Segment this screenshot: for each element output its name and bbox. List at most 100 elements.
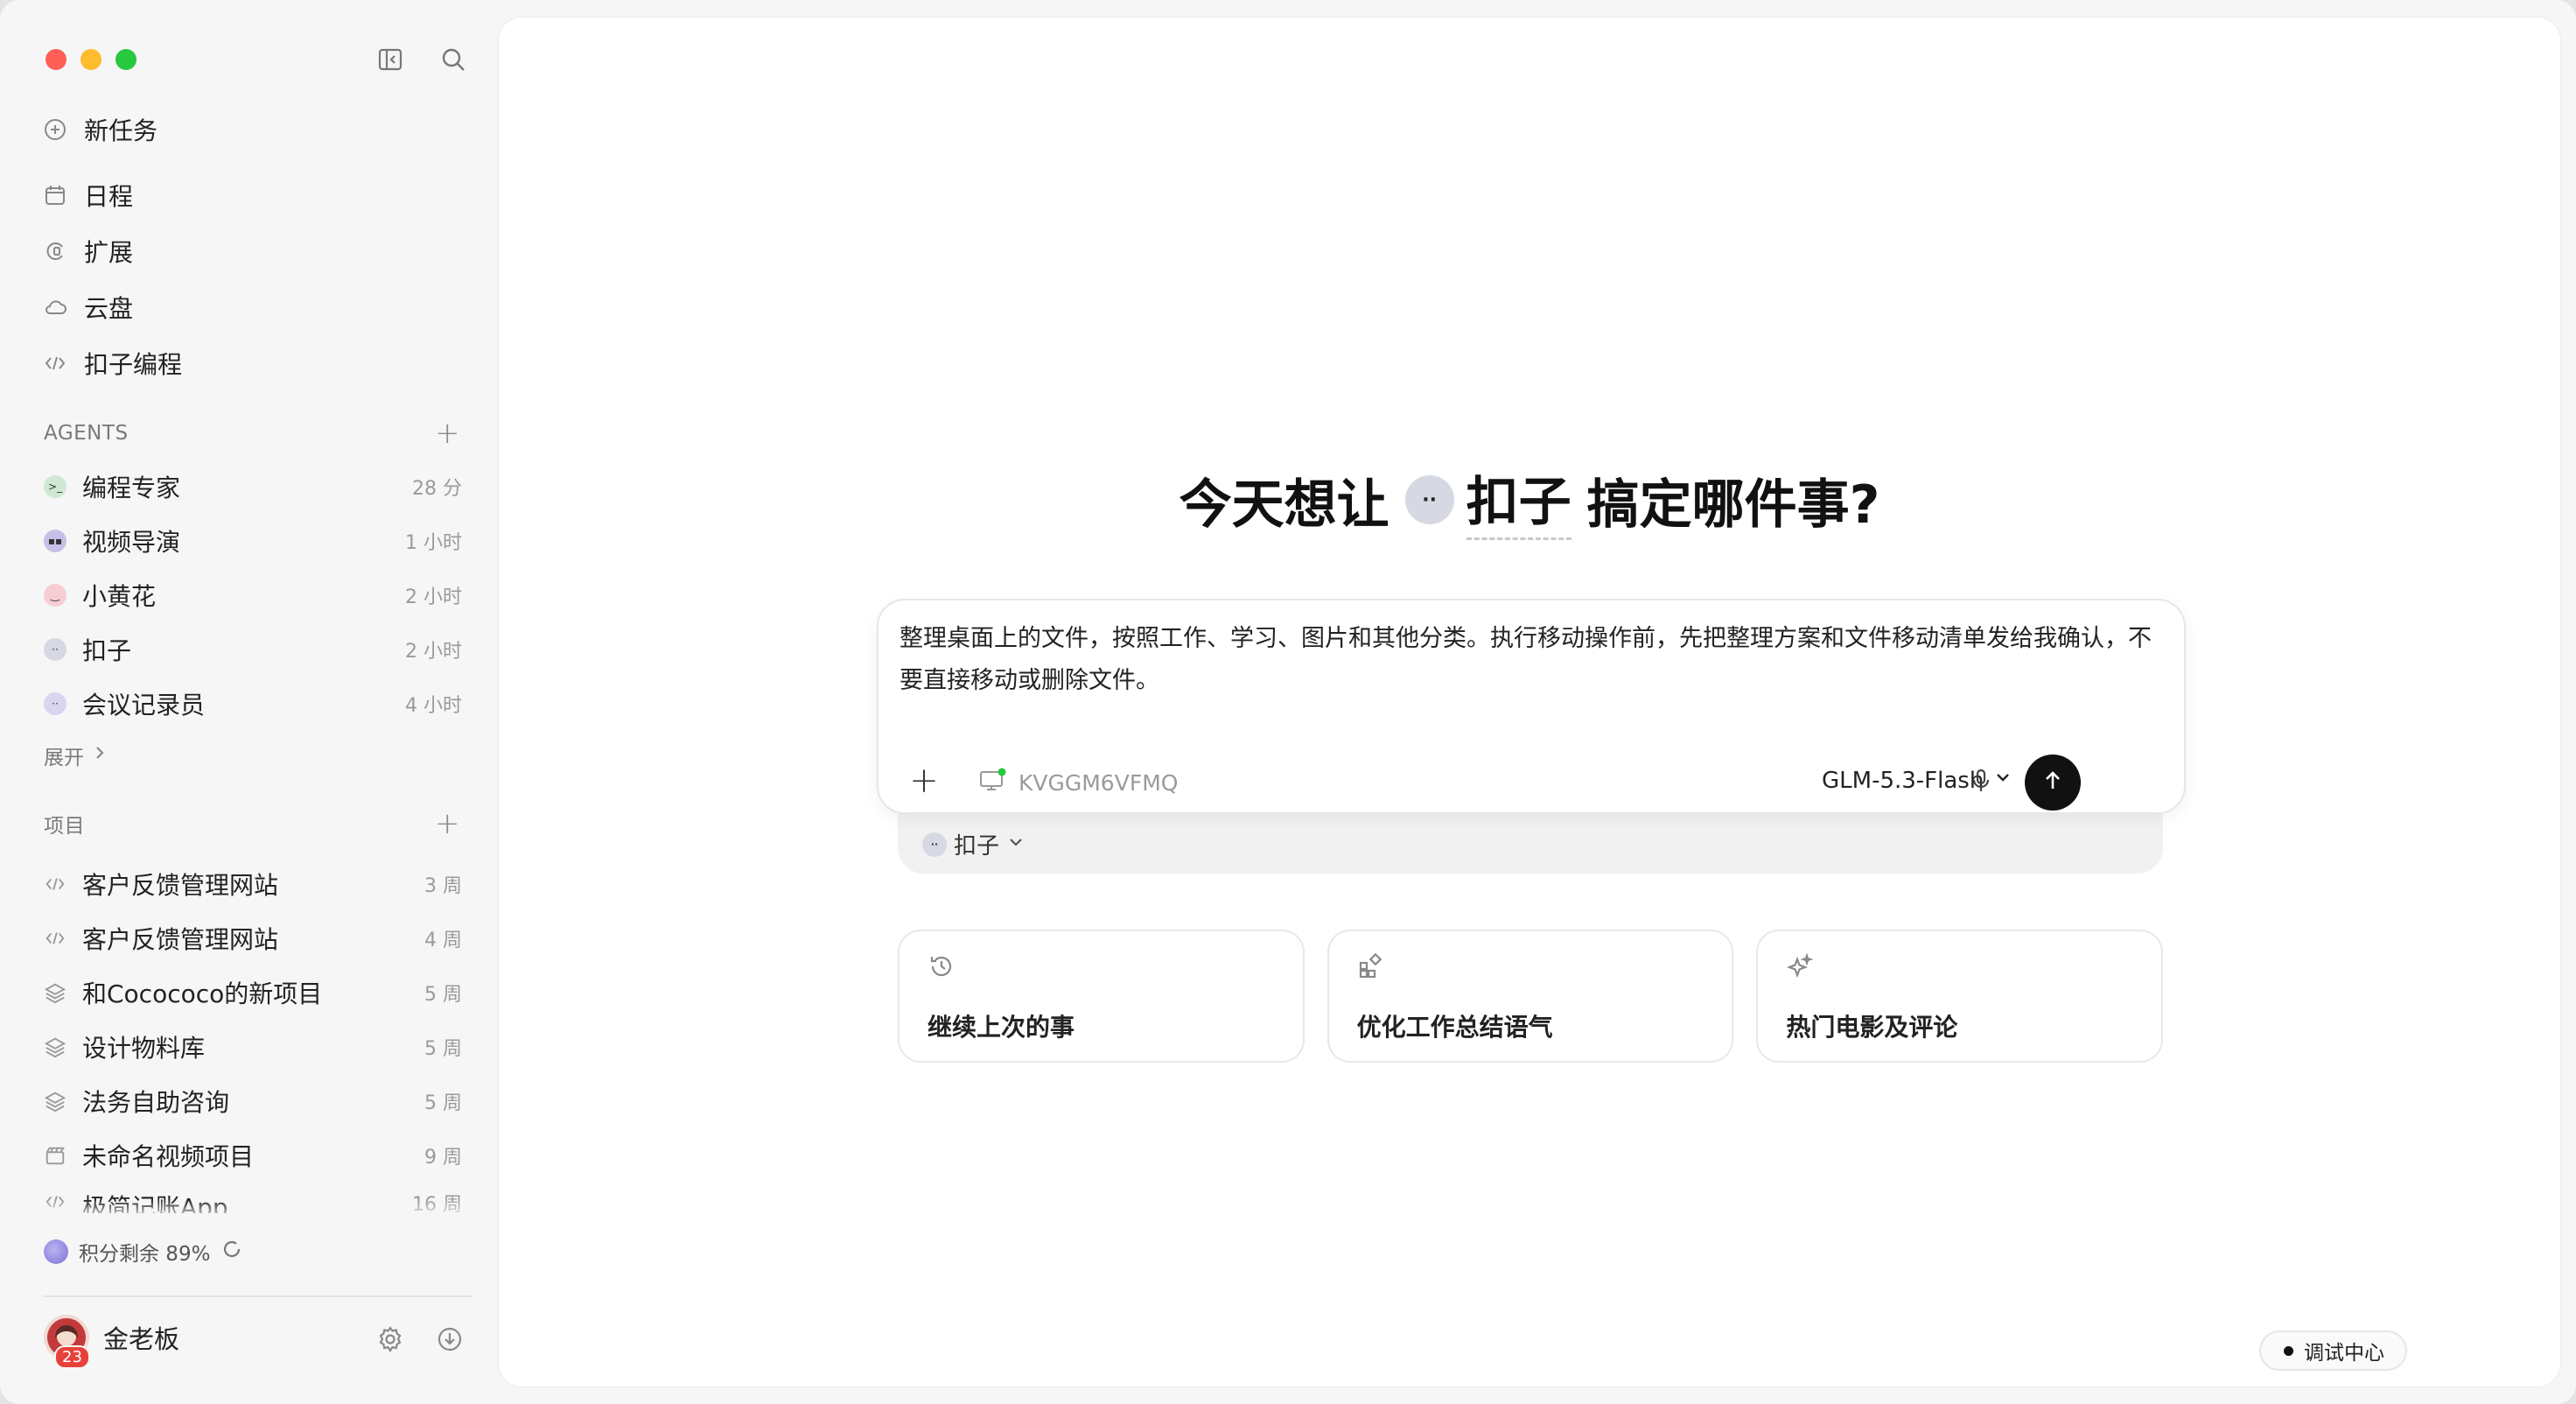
project-time: 3 周 bbox=[424, 875, 462, 897]
agent-name: 视频导演 bbox=[82, 528, 181, 557]
agent-avatar-icon: ·· bbox=[44, 692, 66, 715]
monitor-icon bbox=[978, 767, 1008, 798]
project-name: 设计物料库 bbox=[82, 1034, 206, 1063]
suggestion-label: 优化工作总结语气 bbox=[1356, 1013, 1553, 1042]
suggestion-card[interactable]: 热门电影及评论 bbox=[1756, 930, 2164, 1063]
search-icon[interactable] bbox=[434, 40, 472, 79]
add-project-button[interactable]: + bbox=[435, 809, 460, 839]
agent-time: 28 分 bbox=[412, 478, 462, 500]
main-panel: 今天想让 ·· 扣子 搞定哪件事? ·· 扣子 整理桌面上的文件，按照工作、学习… bbox=[499, 18, 2560, 1386]
headline-suffix: 搞定哪件事? bbox=[1586, 474, 1880, 536]
list-fade bbox=[0, 1199, 499, 1220]
credits-label: 积分剩余 89% bbox=[79, 1243, 211, 1266]
project-name: 客户反馈管理网站 bbox=[82, 925, 279, 954]
download-icon[interactable] bbox=[432, 1322, 467, 1357]
model-name: GLM-5.3-Flash bbox=[1822, 767, 1984, 794]
sidebar-divider bbox=[44, 1295, 472, 1297]
code-icon bbox=[42, 871, 68, 897]
agent-item[interactable]: ·· 扣子 2 小时 bbox=[42, 627, 462, 672]
agent-time: 1 小时 bbox=[405, 532, 462, 554]
agent-item[interactable]: ‿ 小黄花 2 小时 bbox=[42, 572, 462, 618]
agent-face-icon: ·· bbox=[922, 832, 947, 857]
clapper-icon bbox=[42, 1142, 68, 1169]
chevron-right-icon bbox=[93, 744, 107, 767]
project-item[interactable]: 未命名视频项目 9 周 bbox=[42, 1133, 462, 1178]
sidebar: 新任务 日程 扩展 云盘 扣子编程 AGENTS + >_ 编程专家 28 分 bbox=[0, 0, 499, 1404]
send-button[interactable] bbox=[2025, 755, 2081, 811]
project-item[interactable]: 客户反馈管理网站 3 周 bbox=[42, 861, 462, 907]
notification-badge: 23 bbox=[54, 1345, 90, 1369]
nav-label: 云盘 bbox=[84, 294, 134, 323]
agent-avatar-icon: ‿ bbox=[44, 584, 66, 607]
window-controls bbox=[46, 49, 136, 70]
avatar: 23 bbox=[44, 1315, 90, 1369]
debug-center-button[interactable]: 调试中心 bbox=[2259, 1330, 2407, 1371]
headline-agent-name: 扣子 bbox=[1466, 460, 1572, 540]
agent-item[interactable]: >_ 编程专家 28 分 bbox=[42, 464, 462, 509]
plus-circle-icon bbox=[42, 116, 68, 143]
suggestion-card[interactable]: 继续上次的事 bbox=[898, 930, 1305, 1063]
refresh-icon[interactable] bbox=[220, 1238, 243, 1266]
debug-label: 调试中心 bbox=[2304, 1342, 2384, 1365]
close-window-button[interactable] bbox=[46, 49, 66, 70]
history-icon bbox=[926, 951, 957, 982]
agent-name: 扣子 bbox=[82, 636, 132, 665]
device-selector[interactable]: KVGGM6VFMQ bbox=[978, 767, 1178, 798]
project-time: 5 周 bbox=[424, 1092, 462, 1114]
suggestion-label: 继续上次的事 bbox=[928, 1013, 1075, 1042]
agent-name: 编程专家 bbox=[82, 474, 181, 502]
code-icon bbox=[42, 350, 68, 376]
agent-item[interactable]: ·· 会议记录员 4 小时 bbox=[42, 681, 462, 727]
agent-time: 2 小时 bbox=[405, 586, 462, 608]
toggle-sidebar-icon[interactable] bbox=[371, 40, 410, 79]
add-agent-button[interactable]: + bbox=[435, 418, 460, 448]
status-dot-icon bbox=[2284, 1345, 2293, 1356]
project-time: 4 周 bbox=[424, 930, 462, 951]
project-name: 和Cocococo的新项目 bbox=[82, 979, 323, 1008]
prompt-composer: 整理桌面上的文件，按照工作、学习、图片和其他分类。执行移动操作前，先把整理方案和… bbox=[877, 599, 2186, 814]
project-item[interactable]: 法务自助咨询 5 周 bbox=[42, 1078, 462, 1124]
microphone-icon[interactable] bbox=[1962, 762, 2000, 800]
nav-coze-coding[interactable]: 扣子编程 bbox=[42, 340, 182, 386]
minimize-window-button[interactable] bbox=[80, 49, 102, 70]
calendar-icon bbox=[42, 182, 68, 208]
agent-selector-button[interactable]: ·· 扣子 bbox=[922, 828, 1026, 860]
device-id: KVGGM6VFMQ bbox=[1018, 769, 1179, 796]
nav-extensions[interactable]: 扩展 bbox=[42, 228, 133, 274]
project-name: 未命名视频项目 bbox=[82, 1142, 255, 1171]
layers-icon bbox=[42, 1034, 68, 1060]
agent-item[interactable]: ▪▪ 视频导演 1 小时 bbox=[42, 518, 462, 564]
credits-indicator[interactable]: 积分剩余 89% bbox=[44, 1234, 243, 1269]
nav-label: 新任务 bbox=[84, 116, 158, 145]
project-item[interactable]: 客户反馈管理网站 4 周 bbox=[42, 916, 462, 961]
suggestion-cards: 继续上次的事 优化工作总结语气 热门电影及评论 bbox=[898, 930, 2164, 1063]
project-item[interactable]: 和Cocococo的新项目 5 周 bbox=[42, 970, 462, 1015]
agent-time: 4 小时 bbox=[405, 695, 462, 717]
arrow-up-icon bbox=[2040, 769, 2065, 797]
project-name: 客户反馈管理网站 bbox=[82, 871, 279, 900]
expand-agents-button[interactable]: 展开 bbox=[44, 741, 107, 770]
nav-new-task[interactable]: 新任务 bbox=[42, 107, 158, 152]
credits-icon bbox=[44, 1239, 68, 1264]
project-time: 5 周 bbox=[424, 1038, 462, 1060]
maximize-window-button[interactable] bbox=[116, 49, 136, 70]
project-item[interactable]: 设计物料库 5 周 bbox=[42, 1024, 462, 1070]
add-attachment-button[interactable]: + bbox=[905, 761, 943, 801]
nav-cloud-drive[interactable]: 云盘 bbox=[42, 284, 133, 330]
project-name: 法务自助咨询 bbox=[82, 1088, 230, 1117]
settings-gear-icon[interactable] bbox=[373, 1322, 408, 1357]
prompt-input[interactable]: 整理桌面上的文件，按照工作、学习、图片和其他分类。执行移动操作前，先把整理方案和… bbox=[900, 618, 2158, 702]
suggestion-label: 热门电影及评论 bbox=[1786, 1013, 1958, 1042]
extension-icon bbox=[42, 238, 68, 264]
nav-schedule[interactable]: 日程 bbox=[42, 172, 133, 218]
suggestion-card[interactable]: 优化工作总结语气 bbox=[1326, 930, 1734, 1063]
headline-agent-selector[interactable]: ·· 扣子 bbox=[1404, 460, 1572, 540]
agent-avatar-icon: >_ bbox=[44, 475, 66, 498]
agents-section-header: AGENTS + bbox=[44, 418, 460, 448]
page-title: 今天想让 ·· 扣子 搞定哪件事? bbox=[499, 460, 2560, 540]
agent-time: 2 小时 bbox=[405, 641, 462, 663]
project-time: 5 周 bbox=[424, 984, 462, 1006]
widgets-icon bbox=[1355, 951, 1387, 982]
agent-name: 会议记录员 bbox=[82, 691, 206, 720]
user-profile[interactable]: 23 金老板 bbox=[44, 1315, 179, 1369]
